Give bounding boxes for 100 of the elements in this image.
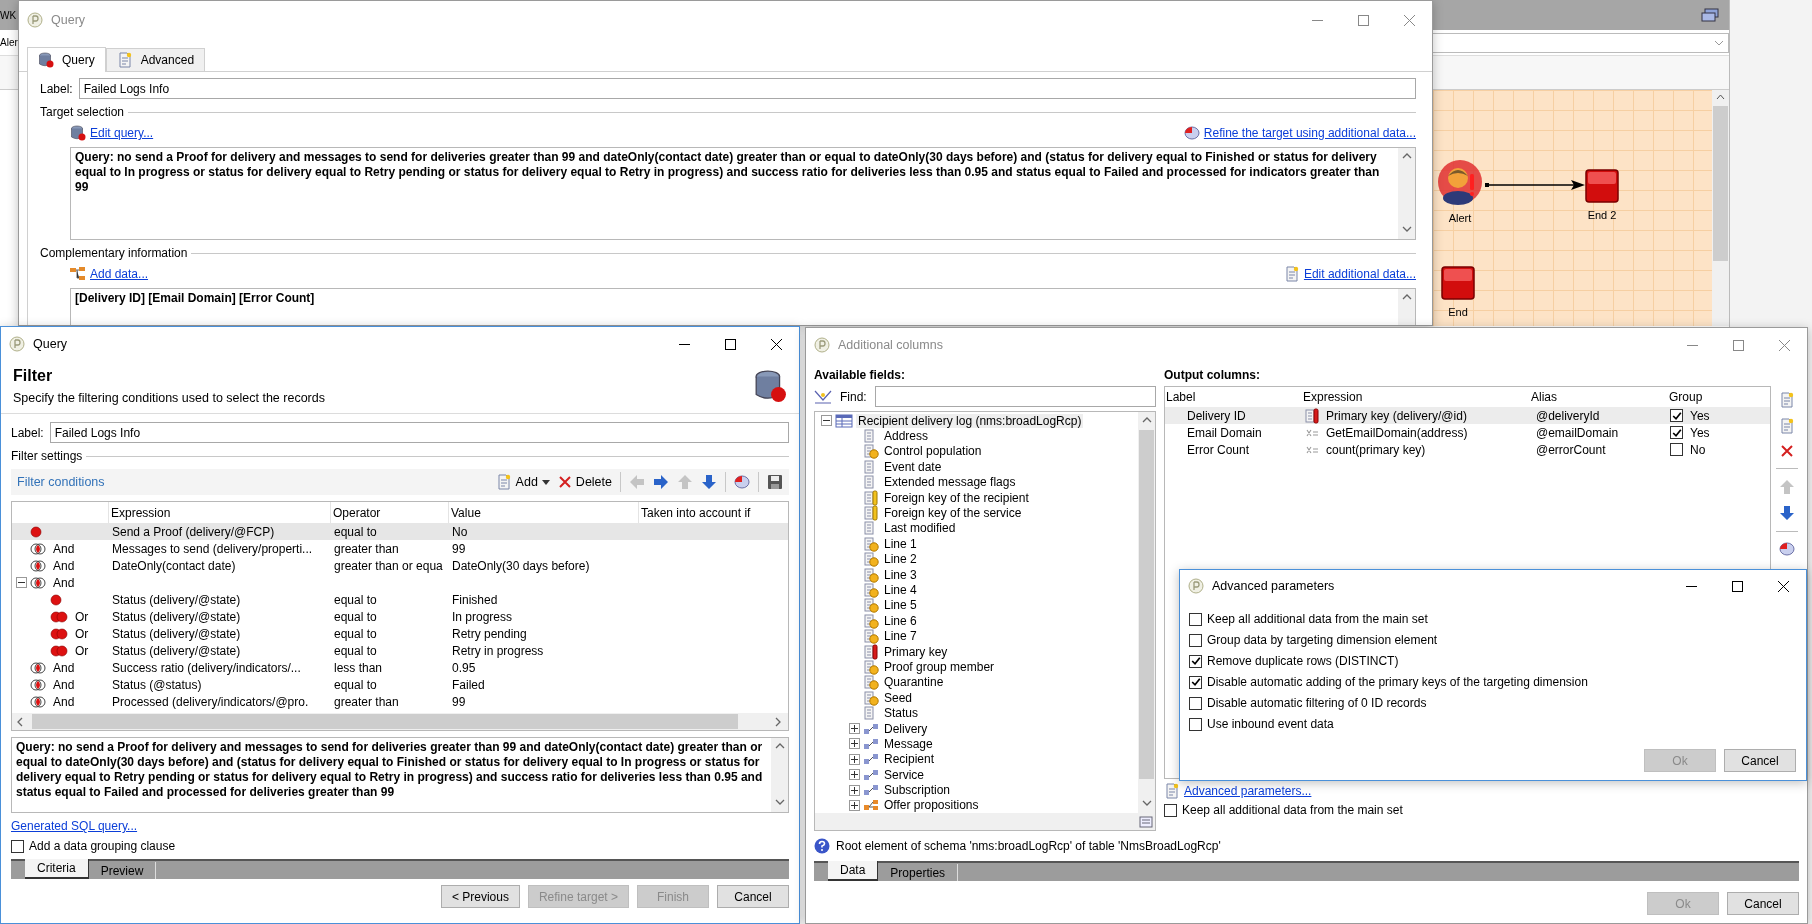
checkbox[interactable]: [1670, 409, 1683, 422]
tree-item[interactable]: Primary key: [882, 644, 950, 659]
pie-chart-icon[interactable]: [1779, 542, 1795, 556]
condition-row[interactable]: Or Status (delivery/@state) equal to Retry pending: [12, 625, 788, 642]
condition-row[interactable]: Or Status (delivery/@state) equal to In progress: [12, 608, 788, 625]
condition-row[interactable]: And Processed (delivery/indicators/@pro. greater than 99: [12, 693, 788, 710]
tree-item[interactable]: Recipient delivery log (nms:broadLogRcp): [856, 413, 1084, 428]
tree-item[interactable]: Status: [882, 706, 921, 721]
scrollbar[interactable]: [1398, 148, 1415, 239]
edit-additional-data-link[interactable]: Edit additional data...: [1303, 267, 1416, 281]
expand-toggle[interactable]: [849, 723, 860, 734]
tree-item[interactable]: Line 1: [882, 536, 919, 551]
pie-chart-icon[interactable]: [734, 475, 750, 489]
tree-item[interactable]: Address: [882, 429, 931, 444]
tree-item[interactable]: Line 7: [882, 629, 919, 644]
advanced-parameters-link[interactable]: Advanced parameters...: [1184, 784, 1312, 798]
scrollbar[interactable]: [1398, 289, 1415, 325]
tree-item[interactable]: Line 4: [882, 583, 919, 597]
checkbox[interactable]: [1189, 612, 1202, 626]
scrollbar[interactable]: [12, 713, 788, 730]
close-icon[interactable]: [770, 338, 782, 350]
tree-item[interactable]: Line 6: [882, 613, 919, 628]
down-arrow-icon[interactable]: [1779, 505, 1795, 521]
intersection-icon: [30, 559, 46, 572]
close-icon[interactable]: [1777, 580, 1789, 592]
checkmark-icon: [1190, 677, 1201, 687]
scrollbar[interactable]: [771, 738, 788, 812]
tree-item[interactable]: Quarantine: [882, 675, 946, 690]
checkbox[interactable]: [1189, 633, 1202, 647]
maximize-icon[interactable]: [1731, 580, 1743, 592]
checkbox[interactable]: [1164, 803, 1177, 817]
output-row[interactable]: Email Domain GetEmailDomain(address) @emailDomain Yes: [1165, 424, 1770, 441]
tab[interactable]: Data: [828, 861, 879, 881]
condition-row[interactable]: And Messages to send (delivery/properti... greater than 99: [12, 540, 788, 557]
checkbox[interactable]: [1189, 696, 1202, 710]
label-field[interactable]: Failed Logs Info: [49, 422, 789, 443]
dialog-button[interactable]: Cancel: [1727, 892, 1799, 915]
checkbox[interactable]: [1189, 654, 1202, 668]
tree-item[interactable]: Seed: [882, 690, 915, 705]
tree-item[interactable]: Event date: [882, 459, 944, 474]
expand-toggle[interactable]: [849, 784, 860, 796]
checkbox[interactable]: [1670, 443, 1683, 456]
tree-item[interactable]: Control population: [882, 444, 984, 459]
condition-row[interactable]: And Success ratio (delivery/indicators/... less than 0.95: [12, 659, 788, 676]
scrollbar[interactable]: [1138, 412, 1155, 813]
sql-query-link[interactable]: Generated SQL query...: [11, 819, 138, 833]
find-field[interactable]: [874, 386, 1156, 407]
tree-item[interactable]: Last modified: [882, 521, 958, 536]
checkbox[interactable]: [1670, 426, 1683, 439]
tab[interactable]: Criteria: [25, 859, 89, 879]
right-arrow-icon[interactable]: [653, 474, 669, 490]
expand-toggle[interactable]: [849, 738, 860, 750]
tree-item[interactable]: Delivery: [882, 721, 930, 736]
checkbox[interactable]: [1189, 717, 1202, 731]
checkbox[interactable]: [11, 839, 24, 853]
save-icon[interactable]: [767, 474, 783, 490]
tab[interactable]: Query: [27, 47, 106, 72]
tree-item[interactable]: Line 5: [882, 598, 919, 613]
expand-toggle[interactable]: [849, 753, 860, 765]
add-button[interactable]: Add: [495, 474, 550, 490]
tree-item[interactable]: Recipient: [882, 752, 937, 767]
condition-row[interactable]: And DateOnly(contact date) greater than or equa DateOnly(30 days before): [12, 557, 788, 574]
delete-icon[interactable]: [1780, 444, 1794, 458]
delete-button[interactable]: Delete: [557, 475, 612, 489]
windows-icon[interactable]: [1701, 8, 1719, 22]
maximize-icon[interactable]: [724, 338, 736, 350]
dialog-button[interactable]: < Previous: [440, 885, 520, 908]
dialog-button[interactable]: Cancel: [717, 885, 789, 908]
tree-item[interactable]: Line 3: [882, 567, 919, 582]
tree-item[interactable]: Offer propositions: [882, 798, 981, 813]
tree-item[interactable]: Message: [882, 736, 935, 751]
expand-toggle[interactable]: [849, 799, 860, 811]
add-data-link[interactable]: Add data...: [90, 267, 149, 281]
tab[interactable]: Advanced: [105, 48, 206, 71]
condition-row[interactable]: Send a Proof (delivery/@FCP) equal to No: [12, 523, 788, 540]
output-row[interactable]: Error Count count(primary key) @errorCount No: [1165, 441, 1770, 458]
expand-toggle[interactable]: [821, 415, 832, 427]
tree-item[interactable]: Subscription: [882, 783, 953, 798]
condition-row[interactable]: And: [12, 574, 788, 591]
dialog-button[interactable]: Cancel: [1724, 749, 1796, 772]
expand-toggle[interactable]: [16, 577, 27, 588]
checkbox[interactable]: [1189, 675, 1202, 689]
label-field[interactable]: Failed Logs Info: [78, 78, 1416, 99]
condition-row[interactable]: Or Status (delivery/@state) equal to Retry in progress: [12, 642, 788, 659]
output-row[interactable]: Delivery ID Primary key (delivery/@id) @deliveryId Yes: [1165, 407, 1770, 424]
union-icon: [50, 610, 68, 623]
scrollbar[interactable]: [1712, 90, 1729, 326]
expand-toggle[interactable]: [849, 769, 860, 781]
scroll-up-icon[interactable]: [1716, 94, 1725, 100]
condition-row[interactable]: And Status (@status) equal to Failed: [12, 676, 788, 693]
refine-target-link[interactable]: Refine the target using additional data...: [1203, 126, 1416, 140]
edit-query-link[interactable]: Edit query...: [90, 126, 154, 140]
tree-item[interactable]: Foreign key of the recipient: [882, 490, 1031, 505]
tree-item[interactable]: Proof group member: [882, 659, 997, 674]
tree-item[interactable]: Line 2: [882, 552, 919, 567]
tree-item[interactable]: Service: [882, 767, 926, 782]
down-arrow-icon[interactable]: [701, 474, 717, 490]
condition-row[interactable]: Status (delivery/@state) equal to Finished: [12, 591, 788, 608]
tree-item[interactable]: Foreign key of the service: [882, 506, 1024, 521]
tree-item[interactable]: Extended message flags: [882, 475, 1018, 490]
